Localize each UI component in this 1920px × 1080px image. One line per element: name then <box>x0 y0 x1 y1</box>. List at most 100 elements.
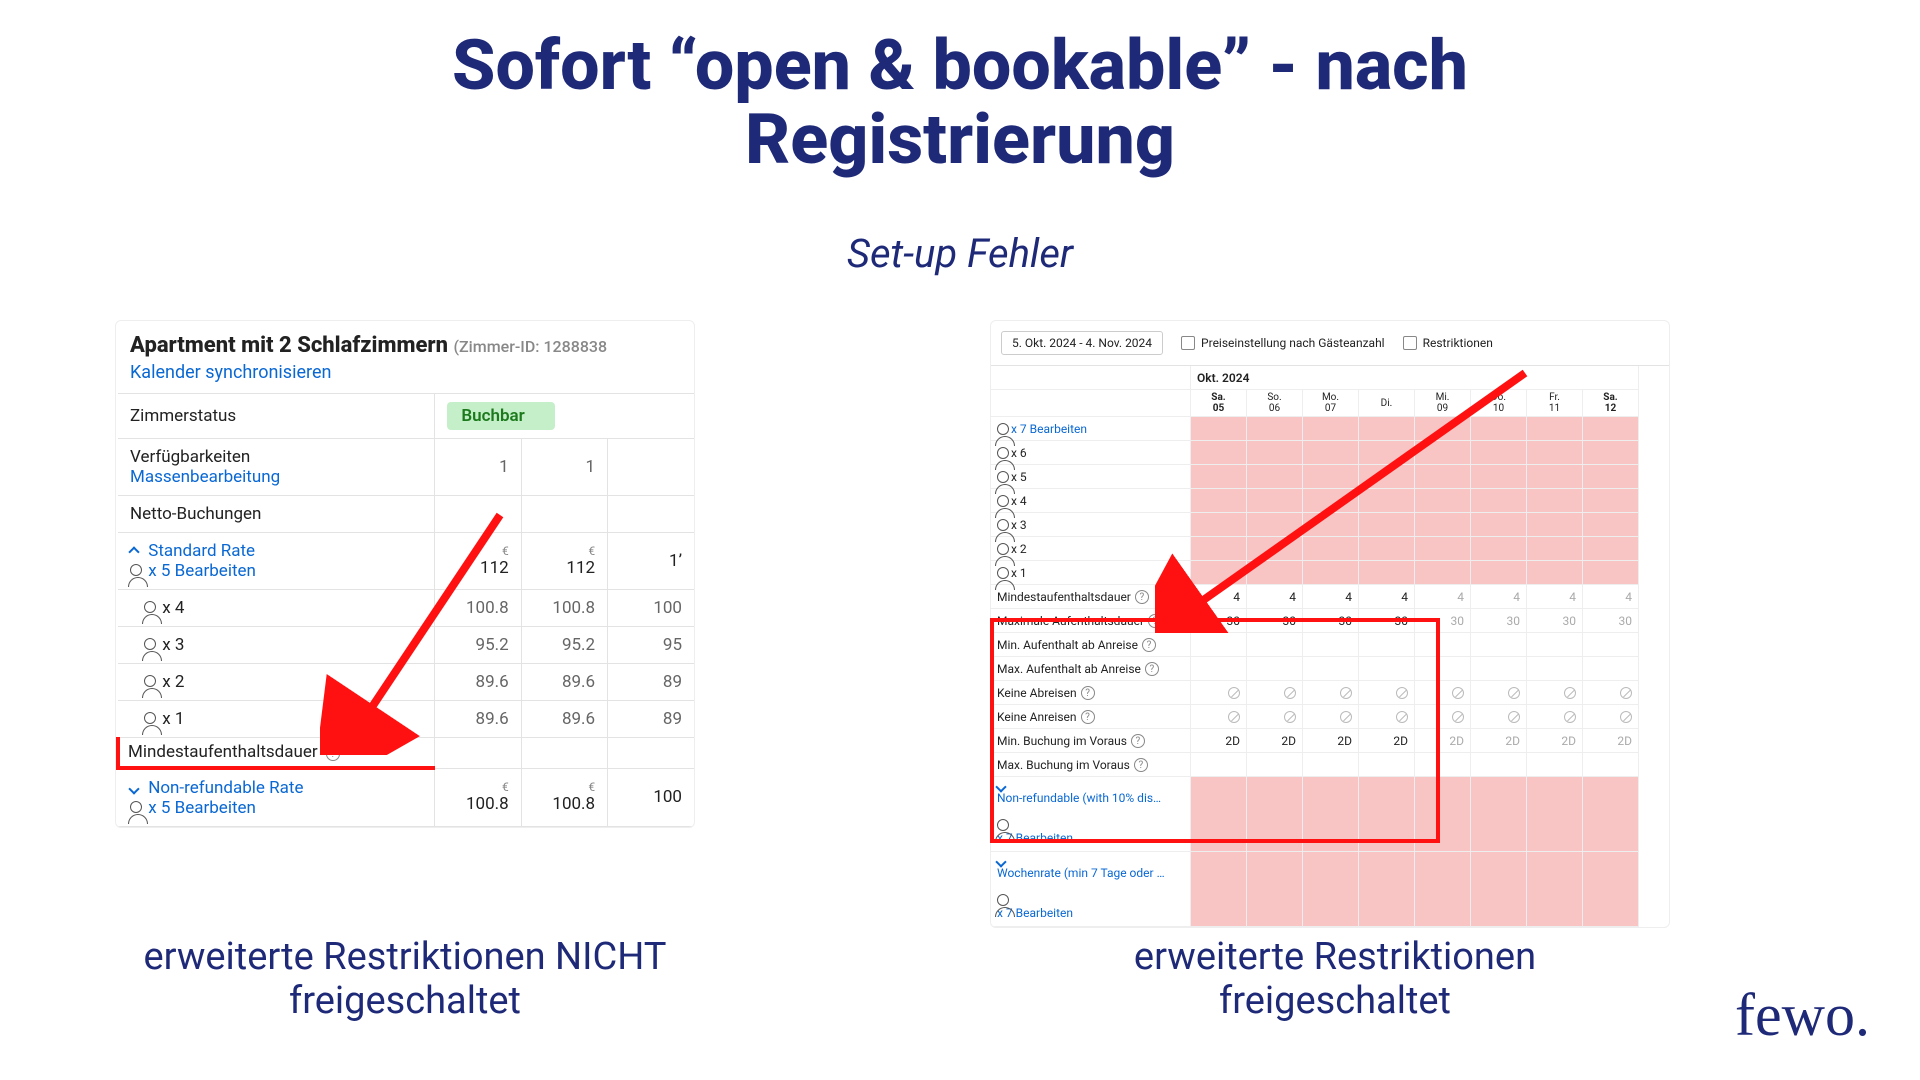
price-cell[interactable] <box>1471 852 1527 927</box>
price-cell[interactable] <box>1527 489 1583 513</box>
restrict-cell[interactable] <box>1527 633 1583 657</box>
restrict-cell[interactable] <box>1583 657 1639 681</box>
price-cell[interactable] <box>1303 465 1359 489</box>
restrict-cell[interactable] <box>1471 681 1527 705</box>
price-cell[interactable] <box>1359 417 1415 441</box>
restrict-cell[interactable]: 30 <box>1583 609 1639 633</box>
price-cell[interactable] <box>1471 417 1527 441</box>
price-cell[interactable] <box>1191 852 1247 927</box>
price-cell[interactable] <box>1527 417 1583 441</box>
restrict-cell[interactable]: 4 <box>1583 585 1639 609</box>
price-cell[interactable] <box>1471 441 1527 465</box>
mass-edit-link[interactable]: Massenbearbeitung <box>130 467 422 487</box>
price-cell[interactable] <box>1415 441 1471 465</box>
restrict-cell[interactable] <box>1527 753 1583 777</box>
guests-checkbox[interactable]: Preiseinstellung nach Gästeanzahl <box>1181 336 1385 350</box>
price-cell[interactable] <box>1583 537 1639 561</box>
price-cell[interactable] <box>1471 465 1527 489</box>
restrict-cell[interactable]: 30 <box>1527 609 1583 633</box>
price-cell[interactable] <box>1359 441 1415 465</box>
restrict-cell[interactable] <box>1583 705 1639 729</box>
price-cell[interactable] <box>1303 537 1359 561</box>
price-cell[interactable] <box>1415 465 1471 489</box>
price-cell[interactable] <box>1583 513 1639 537</box>
price-cell[interactable] <box>1191 489 1247 513</box>
edit-x5-link[interactable]: x 5 Bearbeiten <box>148 798 256 818</box>
price-cell[interactable] <box>1471 537 1527 561</box>
price-cell[interactable] <box>1191 465 1247 489</box>
price-cell[interactable] <box>1415 417 1471 441</box>
price-cell[interactable] <box>1191 561 1247 585</box>
nonref-rate-link[interactable]: Non-refundable Rate <box>148 778 303 798</box>
restrict-cell[interactable]: 30 <box>1471 609 1527 633</box>
restrict-cell[interactable]: 4 <box>1247 585 1303 609</box>
restrict-cell[interactable]: 2D <box>1527 729 1583 753</box>
price-cell[interactable] <box>1359 852 1415 927</box>
edit-x7-link[interactable]: x 7 Bearbeiten <box>991 417 1191 441</box>
price-cell[interactable] <box>1583 489 1639 513</box>
price-cell[interactable] <box>1303 852 1359 927</box>
help-icon[interactable]: ? <box>326 747 340 761</box>
price-cell[interactable] <box>1527 777 1583 852</box>
price-cell[interactable] <box>1415 561 1471 585</box>
price-cell[interactable] <box>1247 417 1303 441</box>
restrict-cell[interactable]: 4 <box>1359 585 1415 609</box>
price-cell[interactable] <box>1359 537 1415 561</box>
price-cell[interactable] <box>1247 489 1303 513</box>
restrict-cell[interactable] <box>1471 633 1527 657</box>
restrict-cell[interactable]: 2D <box>1583 729 1639 753</box>
price-cell[interactable] <box>1303 513 1359 537</box>
restrict-cell[interactable] <box>1527 705 1583 729</box>
price-cell[interactable] <box>1527 465 1583 489</box>
restrict-cell[interactable] <box>1471 753 1527 777</box>
restrict-cell[interactable]: 4 <box>1415 585 1471 609</box>
price-cell[interactable] <box>1583 441 1639 465</box>
date-range-field[interactable]: 5. Okt. 2024 - 4. Nov. 2024 <box>1001 331 1163 355</box>
restrict-cell[interactable] <box>1471 705 1527 729</box>
price-cell[interactable] <box>1527 537 1583 561</box>
price-cell[interactable] <box>1415 852 1471 927</box>
price-cell[interactable] <box>1527 513 1583 537</box>
price-cell[interactable] <box>1527 441 1583 465</box>
price-cell[interactable] <box>1303 489 1359 513</box>
price-cell[interactable] <box>1191 537 1247 561</box>
restrict-cell[interactable]: 4 <box>1191 585 1247 609</box>
restrict-cell[interactable] <box>1583 633 1639 657</box>
restrictions-checkbox[interactable]: Restriktionen <box>1403 336 1493 350</box>
edit-x5-link[interactable]: x 5 Bearbeiten <box>148 561 256 581</box>
restrict-cell[interactable] <box>1527 657 1583 681</box>
price-cell[interactable] <box>1527 852 1583 927</box>
restrict-cell[interactable] <box>1527 681 1583 705</box>
price-cell[interactable] <box>1247 561 1303 585</box>
price-cell[interactable] <box>1583 777 1639 852</box>
bottom-rate-link[interactable]: Wochenrate (min 7 Tage oder … x 7 Bearbe… <box>991 852 1191 927</box>
standard-rate-link[interactable]: Standard Rate <box>148 541 255 561</box>
price-cell[interactable] <box>1471 489 1527 513</box>
price-cell[interactable] <box>1303 417 1359 441</box>
restrict-cell[interactable] <box>1471 657 1527 681</box>
price-cell[interactable] <box>1303 441 1359 465</box>
restrict-cell[interactable] <box>1583 753 1639 777</box>
price-cell[interactable] <box>1359 465 1415 489</box>
price-cell[interactable] <box>1415 489 1471 513</box>
price-cell[interactable] <box>1191 417 1247 441</box>
price-cell[interactable] <box>1191 513 1247 537</box>
price-cell[interactable] <box>1247 852 1303 927</box>
price-cell[interactable] <box>1247 513 1303 537</box>
restrict-cell[interactable]: 4 <box>1303 585 1359 609</box>
restrict-cell[interactable] <box>1583 681 1639 705</box>
price-cell[interactable] <box>1583 465 1639 489</box>
price-cell[interactable] <box>1415 537 1471 561</box>
price-cell[interactable] <box>1359 513 1415 537</box>
price-cell[interactable] <box>1415 513 1471 537</box>
price-cell[interactable] <box>1359 561 1415 585</box>
price-cell[interactable] <box>1583 852 1639 927</box>
price-cell[interactable] <box>1191 441 1247 465</box>
price-cell[interactable] <box>1247 465 1303 489</box>
price-cell[interactable] <box>1583 417 1639 441</box>
price-cell[interactable] <box>1527 561 1583 585</box>
price-cell[interactable] <box>1303 561 1359 585</box>
price-cell[interactable] <box>1583 561 1639 585</box>
price-cell[interactable] <box>1471 513 1527 537</box>
price-cell[interactable] <box>1359 489 1415 513</box>
